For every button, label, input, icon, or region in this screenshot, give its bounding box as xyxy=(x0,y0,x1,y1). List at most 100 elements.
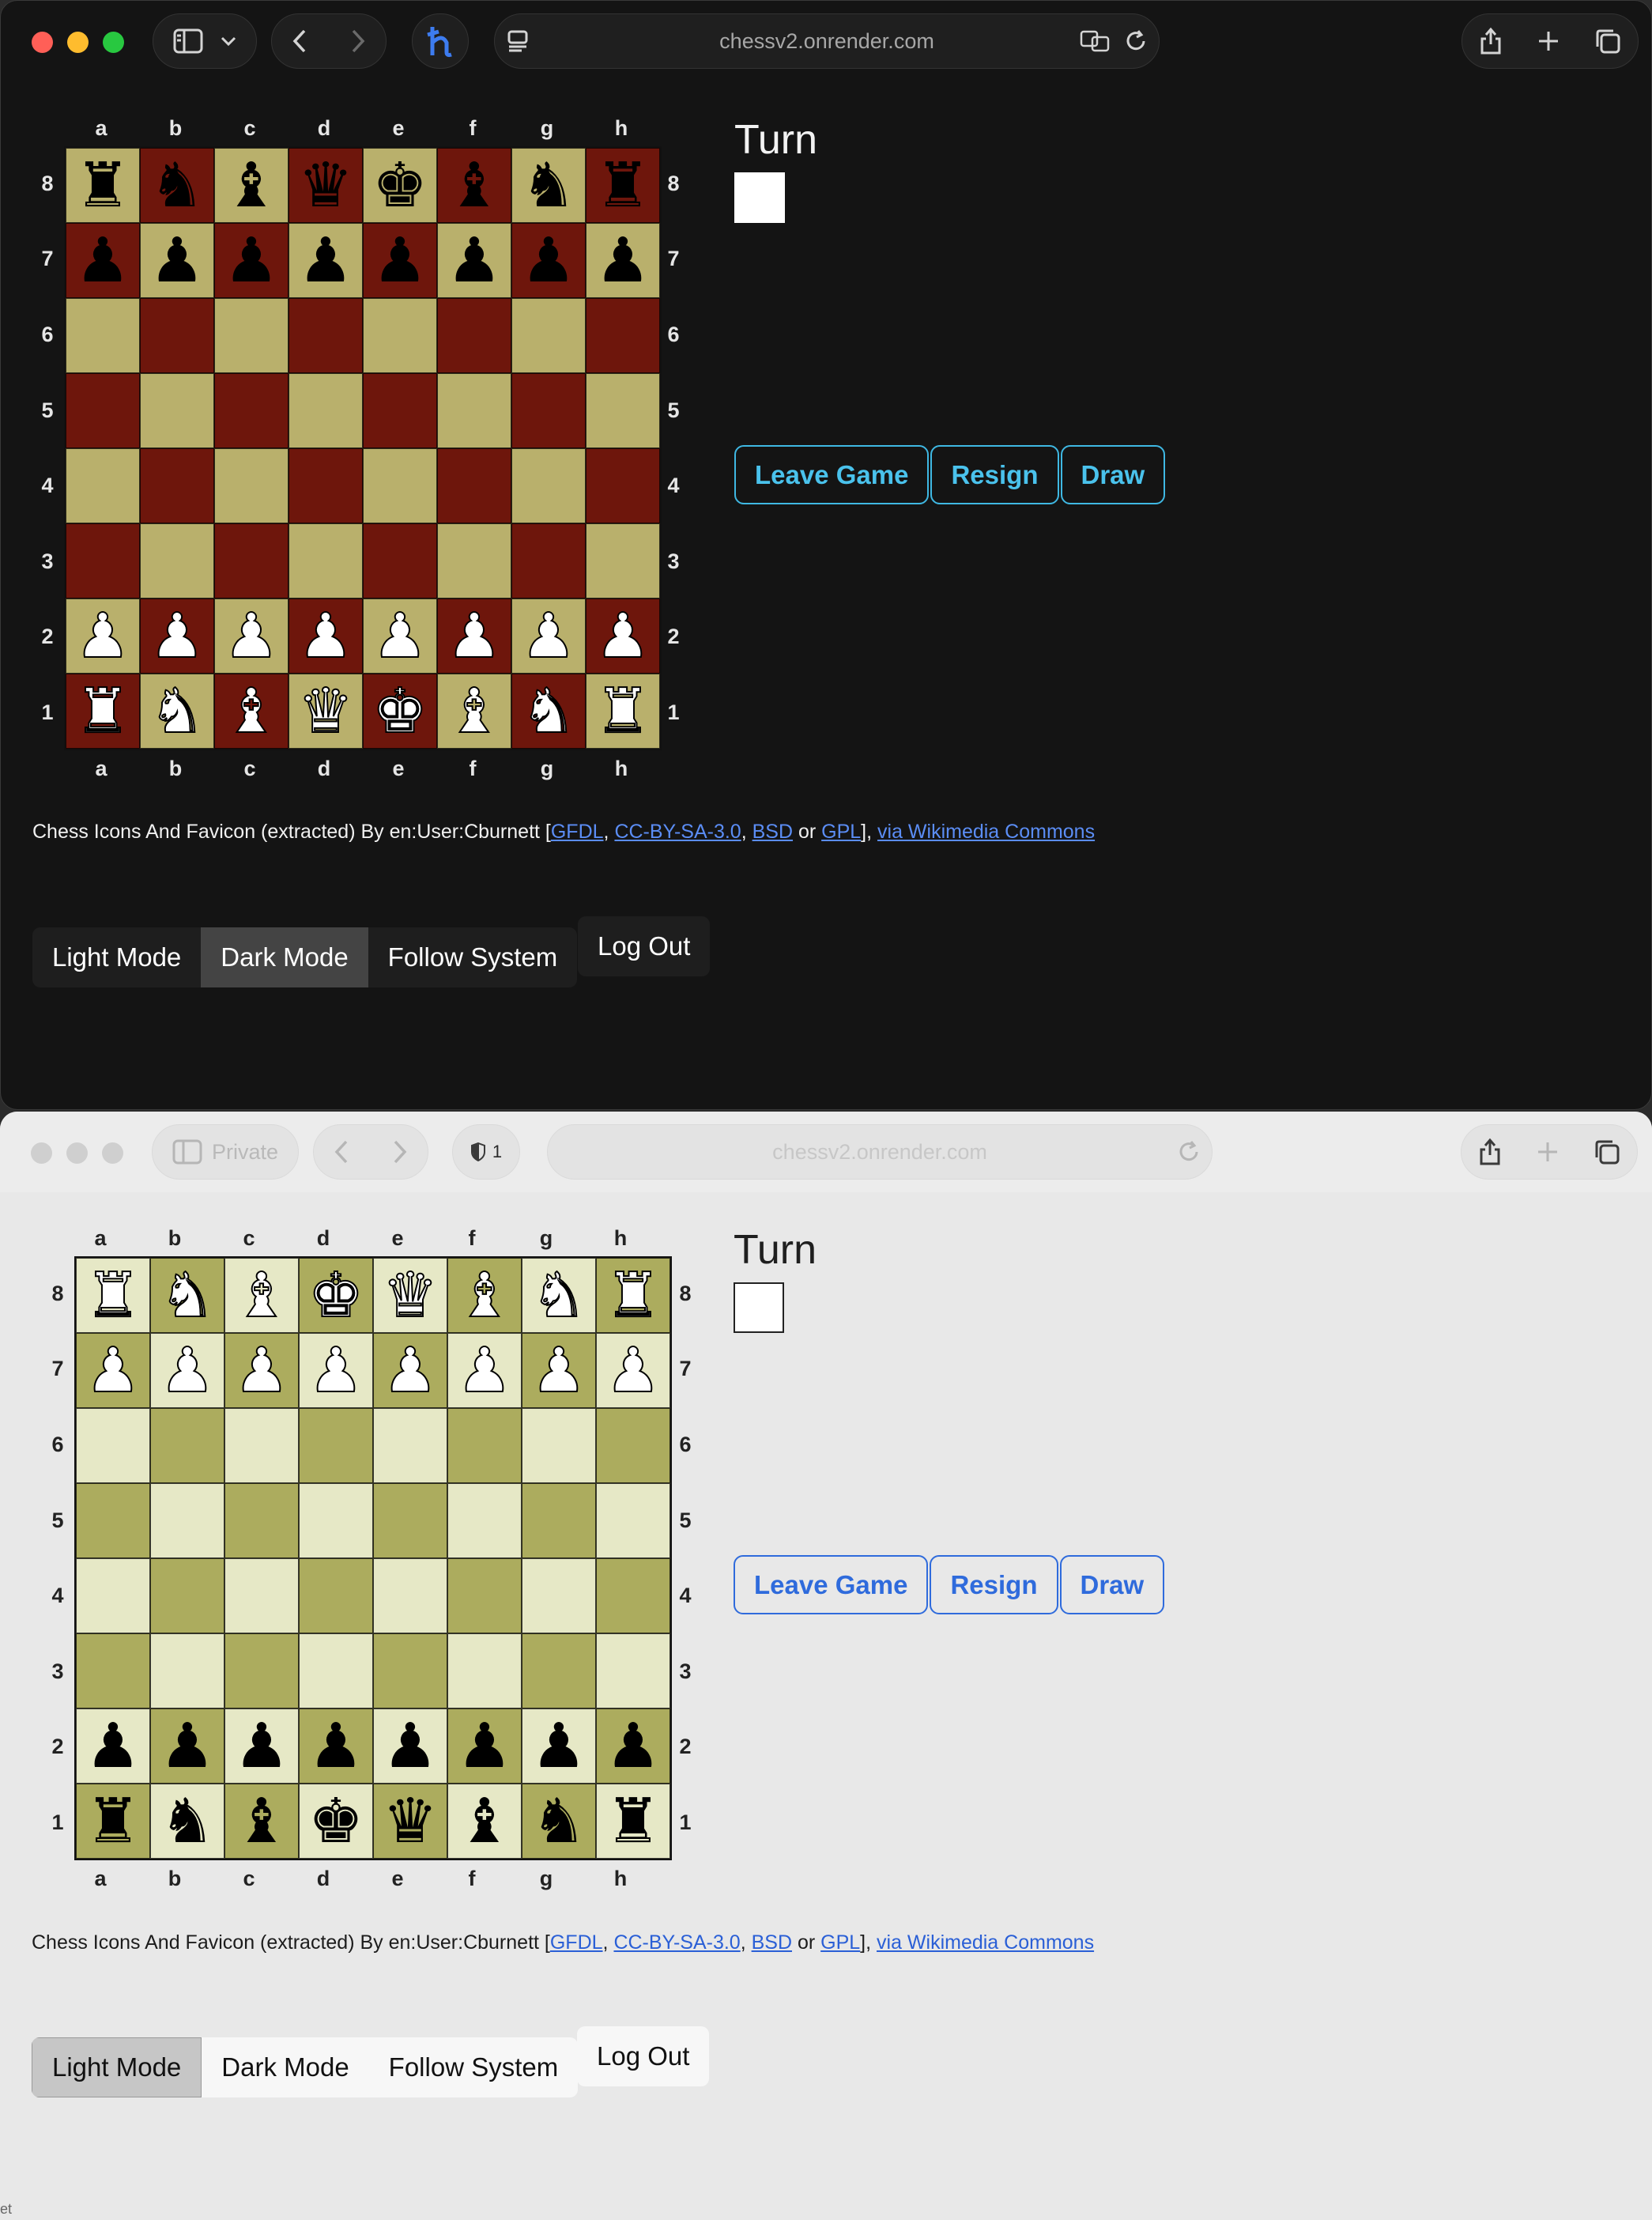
board-square-g3[interactable] xyxy=(522,1633,596,1708)
board-square-g7[interactable]: ♟ xyxy=(522,1333,596,1408)
board-square-d2[interactable]: ♟ xyxy=(299,1708,373,1784)
white-knight-icon[interactable]: ♞ xyxy=(530,1264,587,1327)
board-square-a1[interactable]: ♜ xyxy=(76,1784,150,1859)
gfdl-link[interactable]: GFDL xyxy=(550,1931,603,1954)
board-square-c3[interactable] xyxy=(214,523,289,598)
board-square-a6[interactable] xyxy=(66,298,140,373)
black-bishop-icon[interactable]: ♝ xyxy=(457,1791,512,1852)
black-knight-icon[interactable]: ♞ xyxy=(160,1791,215,1852)
black-pawn-icon[interactable]: ♟ xyxy=(234,1716,289,1777)
leave-game-button[interactable]: Leave Game xyxy=(734,1555,929,1614)
reload-icon[interactable] xyxy=(1177,1140,1201,1164)
white-bishop-icon[interactable]: ♝ xyxy=(456,1264,513,1327)
white-rook-icon[interactable]: ♜ xyxy=(74,680,131,743)
dark-mode-button[interactable]: Dark Mode xyxy=(202,2037,368,2097)
white-pawn-icon[interactable]: ♟ xyxy=(85,1339,141,1403)
black-pawn-icon[interactable]: ♟ xyxy=(224,230,279,292)
black-pawn-icon[interactable]: ♟ xyxy=(75,230,130,292)
black-pawn-icon[interactable]: ♟ xyxy=(605,1716,661,1777)
cc-by-sa-link[interactable]: CC-BY-SA-3.0 xyxy=(614,821,741,843)
board-square-e7[interactable]: ♟ xyxy=(373,1333,447,1408)
board-square-b6[interactable] xyxy=(140,298,214,373)
board-square-d7[interactable]: ♟ xyxy=(289,223,363,298)
board-square-a4[interactable] xyxy=(76,1558,150,1633)
board-square-c4[interactable] xyxy=(214,448,289,523)
board-square-c8[interactable]: ♝ xyxy=(224,1258,299,1333)
board-square-h5[interactable] xyxy=(596,1483,670,1558)
close-window-button[interactable] xyxy=(31,1142,52,1164)
board-square-f4[interactable] xyxy=(447,1558,522,1633)
white-pawn-icon[interactable]: ♟ xyxy=(159,1339,216,1403)
board-square-d7[interactable]: ♟ xyxy=(299,1333,373,1408)
black-knight-icon[interactable]: ♞ xyxy=(531,1791,586,1852)
translate-icon[interactable] xyxy=(1080,30,1110,52)
follow-system-button[interactable]: Follow System xyxy=(369,2037,579,2097)
board-square-b2[interactable]: ♟ xyxy=(140,598,214,674)
board-square-a1[interactable]: ♜ xyxy=(66,674,140,749)
black-queen-icon[interactable]: ♛ xyxy=(298,155,353,217)
board-square-d1[interactable]: ♛ xyxy=(289,674,363,749)
board-square-f8[interactable]: ♝ xyxy=(447,1258,522,1333)
minimize-window-button[interactable] xyxy=(67,32,89,53)
board-square-g1[interactable]: ♞ xyxy=(511,674,586,749)
board-square-h7[interactable]: ♟ xyxy=(586,223,660,298)
board-square-g6[interactable] xyxy=(522,1408,596,1483)
board-square-g5[interactable] xyxy=(522,1483,596,1558)
board-square-h1[interactable]: ♜ xyxy=(596,1784,670,1859)
board-square-e5[interactable] xyxy=(373,1483,447,1558)
black-knight-icon[interactable]: ♞ xyxy=(149,155,205,217)
close-window-button[interactable] xyxy=(32,32,53,53)
board-square-a5[interactable] xyxy=(76,1483,150,1558)
board-square-h2[interactable]: ♟ xyxy=(596,1708,670,1784)
board-square-h6[interactable] xyxy=(596,1408,670,1483)
new-tab-icon[interactable] xyxy=(1536,1140,1560,1164)
black-pawn-icon[interactable]: ♟ xyxy=(595,230,651,292)
board-square-b7[interactable]: ♟ xyxy=(140,223,214,298)
wikimedia-link[interactable]: via Wikimedia Commons xyxy=(877,1931,1094,1954)
black-queen-icon[interactable]: ♛ xyxy=(383,1791,438,1852)
board-square-a7[interactable]: ♟ xyxy=(76,1333,150,1408)
tab-overview-icon[interactable] xyxy=(1594,28,1621,55)
board-square-a5[interactable] xyxy=(66,373,140,448)
board-square-e6[interactable] xyxy=(363,298,437,373)
board-square-e8[interactable]: ♚ xyxy=(363,148,437,223)
white-queen-icon[interactable]: ♛ xyxy=(382,1264,439,1327)
board-square-b3[interactable] xyxy=(150,1633,224,1708)
board-square-b6[interactable] xyxy=(150,1408,224,1483)
forward-arrow-icon[interactable] xyxy=(392,1139,408,1165)
board-square-f6[interactable] xyxy=(437,298,511,373)
board-square-f2[interactable]: ♟ xyxy=(437,598,511,674)
white-pawn-icon[interactable]: ♟ xyxy=(307,1339,364,1403)
board-square-b1[interactable]: ♞ xyxy=(140,674,214,749)
board-square-c5[interactable] xyxy=(214,373,289,448)
board-square-h4[interactable] xyxy=(586,448,660,523)
board-square-b7[interactable]: ♟ xyxy=(150,1333,224,1408)
white-king-icon[interactable]: ♚ xyxy=(372,680,428,743)
black-pawn-icon[interactable]: ♟ xyxy=(521,230,576,292)
board-square-c2[interactable]: ♟ xyxy=(224,1708,299,1784)
gfdl-link[interactable]: GFDL xyxy=(551,821,604,843)
board-square-f1[interactable]: ♝ xyxy=(437,674,511,749)
white-pawn-icon[interactable]: ♟ xyxy=(446,605,503,668)
zoom-window-button[interactable] xyxy=(102,1142,123,1164)
board-square-h8[interactable]: ♜ xyxy=(596,1258,670,1333)
sidebar-toggle-button[interactable]: Private xyxy=(152,1124,299,1180)
board-square-e1[interactable]: ♚ xyxy=(363,674,437,749)
board-square-b3[interactable] xyxy=(140,523,214,598)
black-pawn-icon[interactable]: ♟ xyxy=(447,230,502,292)
leave-game-button[interactable]: Leave Game xyxy=(734,445,930,504)
board-square-g4[interactable] xyxy=(522,1558,596,1633)
black-pawn-icon[interactable]: ♟ xyxy=(383,1716,438,1777)
board-square-a6[interactable] xyxy=(76,1408,150,1483)
board-square-e6[interactable] xyxy=(373,1408,447,1483)
board-square-d5[interactable] xyxy=(299,1483,373,1558)
board-square-g5[interactable] xyxy=(511,373,586,448)
reload-icon[interactable] xyxy=(1124,29,1148,53)
forward-arrow-icon[interactable] xyxy=(350,28,366,54)
board-square-c6[interactable] xyxy=(224,1408,299,1483)
extension-button[interactable] xyxy=(412,13,469,69)
board-square-b1[interactable]: ♞ xyxy=(150,1784,224,1859)
board-square-f2[interactable]: ♟ xyxy=(447,1708,522,1784)
board-square-b4[interactable] xyxy=(150,1558,224,1633)
board-square-a8[interactable]: ♜ xyxy=(66,148,140,223)
